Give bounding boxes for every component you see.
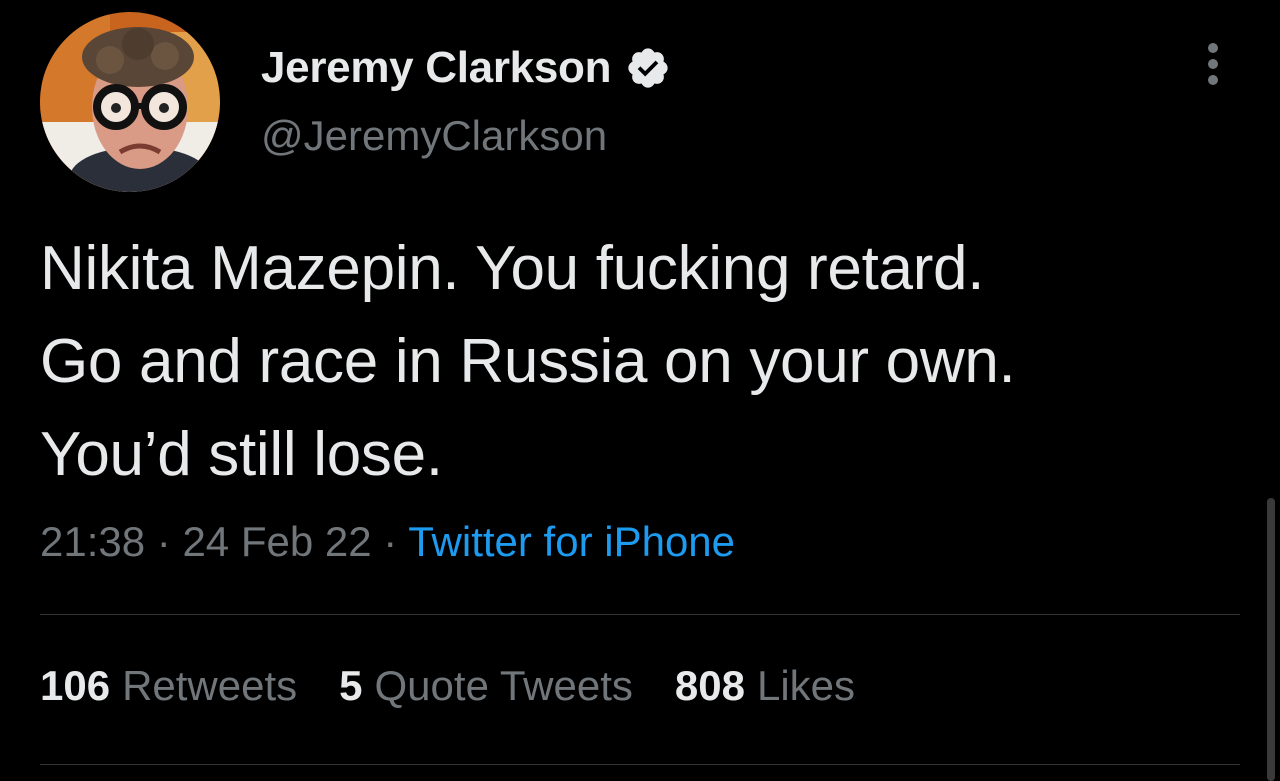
tweet-detail: Jeremy Clarkson @JeremyClarkson Nikita M… bbox=[0, 0, 1280, 781]
divider bbox=[40, 764, 1240, 765]
meta-separator: · bbox=[383, 518, 398, 565]
tweet-text-line: Go and race in Russia on your own. bbox=[40, 327, 1016, 396]
tweet-date[interactable]: 24 Feb 22 bbox=[182, 518, 371, 565]
quote-tweets-stat[interactable]: 5 Quote Tweets bbox=[339, 662, 633, 710]
tweet-meta: 21:38 · 24 Feb 22 · Twitter for iPhone bbox=[40, 518, 735, 566]
likes-label: Likes bbox=[756, 662, 856, 709]
tweet-source-link[interactable]: Twitter for iPhone bbox=[408, 518, 735, 565]
retweets-stat[interactable]: 106 Retweets bbox=[40, 662, 297, 710]
tweet-text-line: Nikita Mazepin. You fucking retard. bbox=[40, 234, 985, 303]
author-display-name[interactable]: Jeremy Clarkson bbox=[261, 43, 611, 93]
quote-tweets-count: 5 bbox=[339, 662, 363, 709]
tweet-time[interactable]: 21:38 bbox=[40, 518, 145, 565]
author-name-row[interactable]: Jeremy Clarkson bbox=[261, 40, 671, 96]
verified-badge-icon bbox=[625, 45, 671, 91]
likes-stat[interactable]: 808 Likes bbox=[675, 662, 855, 710]
tweet-text-line: You’d still lose. bbox=[40, 420, 443, 489]
avatar[interactable] bbox=[40, 12, 220, 192]
more-vertical-icon[interactable] bbox=[1190, 38, 1236, 94]
retweets-label: Retweets bbox=[122, 662, 298, 709]
retweets-count: 106 bbox=[40, 662, 111, 709]
divider bbox=[40, 614, 1240, 615]
tweet-stats: 106 Retweets 5 Quote Tweets 808 Likes bbox=[40, 662, 897, 710]
scrollbar[interactable] bbox=[1267, 498, 1275, 781]
tweet-text: Nikita Mazepin. You fucking retard. Go a… bbox=[40, 222, 1240, 501]
quote-tweets-label: Quote Tweets bbox=[374, 662, 633, 709]
likes-count: 808 bbox=[674, 662, 745, 709]
meta-separator: · bbox=[156, 518, 171, 565]
author-handle[interactable]: @JeremyClarkson bbox=[261, 112, 607, 160]
